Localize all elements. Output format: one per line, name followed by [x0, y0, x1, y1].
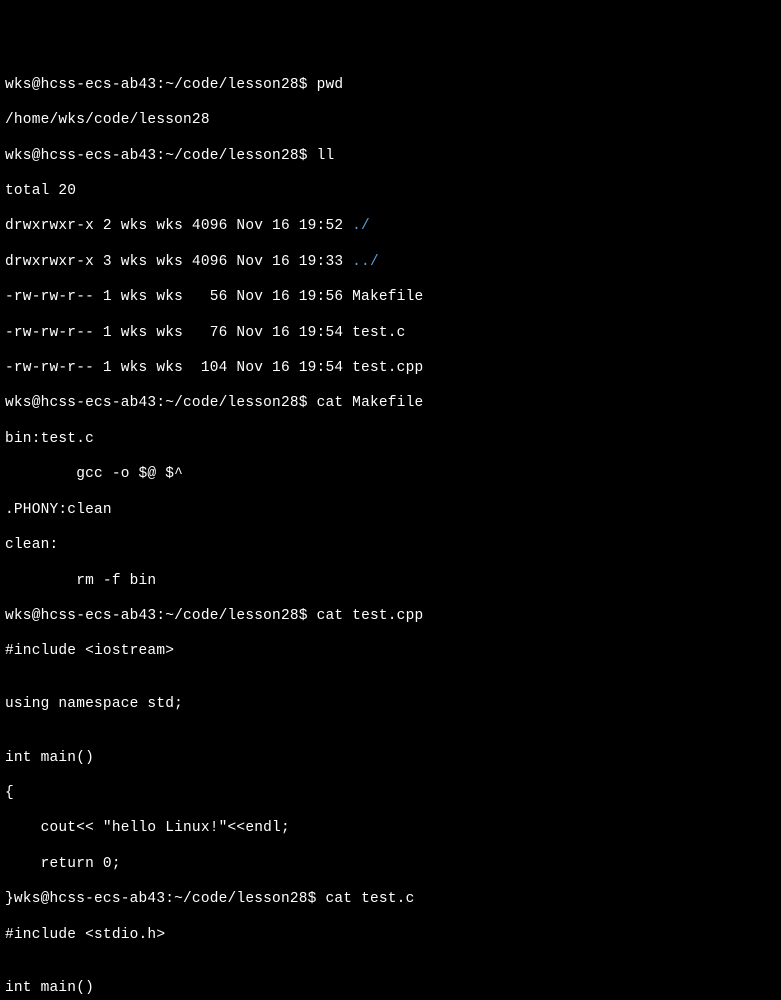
prompt: wks@hcss-ecs-ab43:~/code/lesson28$: [5, 148, 317, 164]
prompt: wks@hcss-ecs-ab43:~/code/lesson28$: [5, 395, 317, 411]
terminal-output: {: [5, 785, 776, 803]
terminal-output: rm -f bin: [5, 573, 776, 591]
terminal-output: clean:: [5, 537, 776, 555]
terminal-output: using namespace std;: [5, 696, 776, 714]
terminal-line: wks@hcss-ecs-ab43:~/code/lesson28$ pwd: [5, 77, 776, 95]
terminal-output: /home/wks/code/lesson28: [5, 112, 776, 130]
command-text: cat test.cpp: [317, 608, 424, 624]
terminal-output: total 20: [5, 183, 776, 201]
terminal-line: }wks@hcss-ecs-ab43:~/code/lesson28$ cat …: [5, 891, 776, 909]
terminal-output: drwxrwxr-x 3 wks wks 4096 Nov 16 19:33 .…: [5, 254, 776, 272]
terminal-line: wks@hcss-ecs-ab43:~/code/lesson28$ cat M…: [5, 395, 776, 413]
prompt: wks@hcss-ecs-ab43:~/code/lesson28$: [5, 77, 317, 93]
file-perms: drwxrwxr-x 3 wks wks 4096 Nov 16 19:33: [5, 254, 352, 270]
prompt: wks@hcss-ecs-ab43:~/code/lesson28$: [14, 891, 326, 907]
terminal-output: .PHONY:clean: [5, 502, 776, 520]
terminal-output: return 0;: [5, 856, 776, 874]
terminal-output: gcc -o $@ $^: [5, 466, 776, 484]
terminal-output: -rw-rw-r-- 1 wks wks 56 Nov 16 19:56 Mak…: [5, 289, 776, 307]
terminal-output: #include <stdio.h>: [5, 927, 776, 945]
command-text: ll: [317, 148, 335, 164]
directory-link: ../: [352, 254, 379, 270]
command-text: cat Makefile: [317, 395, 424, 411]
file-perms: drwxrwxr-x 2 wks wks 4096 Nov 16 19:52: [5, 218, 352, 234]
terminal-output: cout<< "hello Linux!"<<endl;: [5, 820, 776, 838]
prompt: wks@hcss-ecs-ab43:~/code/lesson28$: [5, 608, 317, 624]
directory-link: ./: [352, 218, 370, 234]
terminal-line: wks@hcss-ecs-ab43:~/code/lesson28$ cat t…: [5, 608, 776, 626]
terminal-output: #include <iostream>: [5, 643, 776, 661]
terminal-output: drwxrwxr-x 2 wks wks 4096 Nov 16 19:52 .…: [5, 218, 776, 236]
terminal-output: int main(): [5, 750, 776, 768]
terminal-output: int main(): [5, 980, 776, 998]
terminal-output: -rw-rw-r-- 1 wks wks 104 Nov 16 19:54 te…: [5, 360, 776, 378]
terminal-output: }: [5, 891, 14, 907]
terminal-line: wks@hcss-ecs-ab43:~/code/lesson28$ ll: [5, 148, 776, 166]
command-text: cat test.c: [325, 891, 414, 907]
terminal-output: -rw-rw-r-- 1 wks wks 76 Nov 16 19:54 tes…: [5, 325, 776, 343]
command-text: pwd: [317, 77, 344, 93]
terminal-output: bin:test.c: [5, 431, 776, 449]
